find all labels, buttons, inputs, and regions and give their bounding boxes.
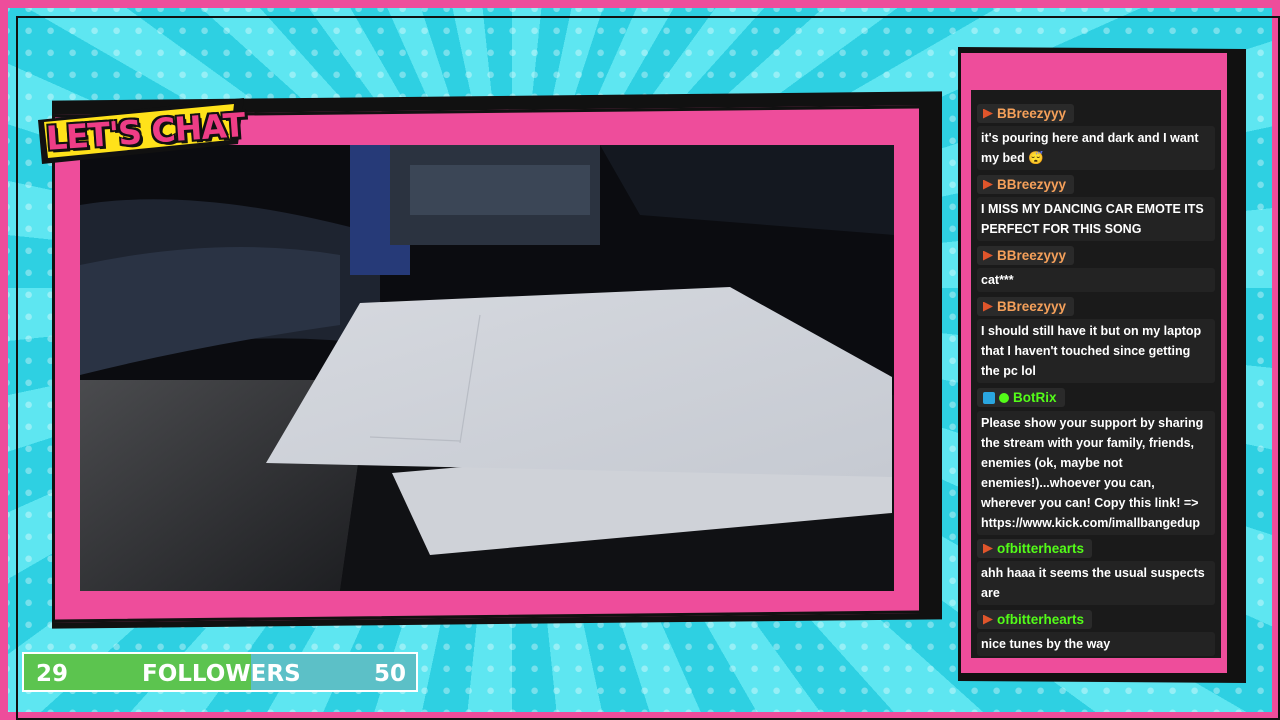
kick-icon <box>983 543 993 554</box>
chat-message-text: ahh haaa it seems the usual suspects are <box>977 560 1215 605</box>
chat-message: ofbitterhearts nice tunes by the way <box>977 610 1215 656</box>
chat-message-text: nice tunes by the way <box>977 631 1215 656</box>
kick-icon <box>983 301 993 312</box>
chat-username-tag: ofbitterhearts <box>977 539 1093 558</box>
chat-username-tag: BBreezyyy <box>977 297 1075 316</box>
chat-message: BBreezyyy it's pouring here and dark and… <box>977 104 1215 170</box>
kick-icon <box>983 179 993 190</box>
webcam-video <box>80 145 894 591</box>
chat-message: ofbitterhearts ahh haaa it seems the usu… <box>977 539 1215 605</box>
chat-username-tag: BBreezyyy <box>977 246 1075 265</box>
chat-username: BBreezyyy <box>997 177 1067 192</box>
kick-icon <box>983 250 993 261</box>
chat-message: BotRix Please show your support by shari… <box>977 388 1215 535</box>
webcam-scene <box>80 145 894 591</box>
chat-username: BotRix <box>1013 390 1057 405</box>
chat-message: BBreezyyy I MISS MY DANCING CAR EMOTE IT… <box>977 175 1215 241</box>
chat-username: ofbitterhearts <box>997 541 1085 556</box>
verified-icon <box>999 392 1009 403</box>
chat-username-tag: BBreezyyy <box>977 104 1075 123</box>
chat-username: ofbitterhearts <box>997 612 1085 627</box>
chat-message-text: I MISS MY DANCING CAR EMOTE ITS PERFECT … <box>977 196 1215 241</box>
followers-goal: 50 <box>373 661 406 687</box>
chat-message-text: it's pouring here and dark and I want my… <box>977 125 1215 170</box>
followers-goal-bar: 29 FOLLOWERS 50 <box>22 652 418 692</box>
chat-message-text: cat*** <box>977 267 1215 292</box>
chat-username: BBreezyyy <box>997 106 1067 121</box>
kick-icon <box>983 614 993 625</box>
bot-icon <box>983 391 995 404</box>
chat-username: BBreezyyy <box>997 248 1067 263</box>
chat-username-tag: BotRix <box>977 388 1065 407</box>
chat-username-tag: BBreezyyy <box>977 175 1075 194</box>
chat-username-tag: ofbitterhearts <box>977 610 1093 629</box>
kick-icon <box>983 108 993 119</box>
chat-message: BBreezyyy I should still have it but on … <box>977 297 1215 383</box>
followers-current: 29 <box>36 661 69 687</box>
chat-message: BBreezyyy cat*** <box>977 246 1215 292</box>
chat-message-text: I should still have it but on my laptop … <box>977 318 1215 383</box>
chat-username: BBreezyyy <box>997 299 1067 314</box>
chat-panel: BBreezyyy it's pouring here and dark and… <box>971 90 1221 658</box>
chat-message-text: Please show your support by sharing the … <box>977 410 1215 535</box>
followers-label: FOLLOWERS <box>142 661 301 687</box>
